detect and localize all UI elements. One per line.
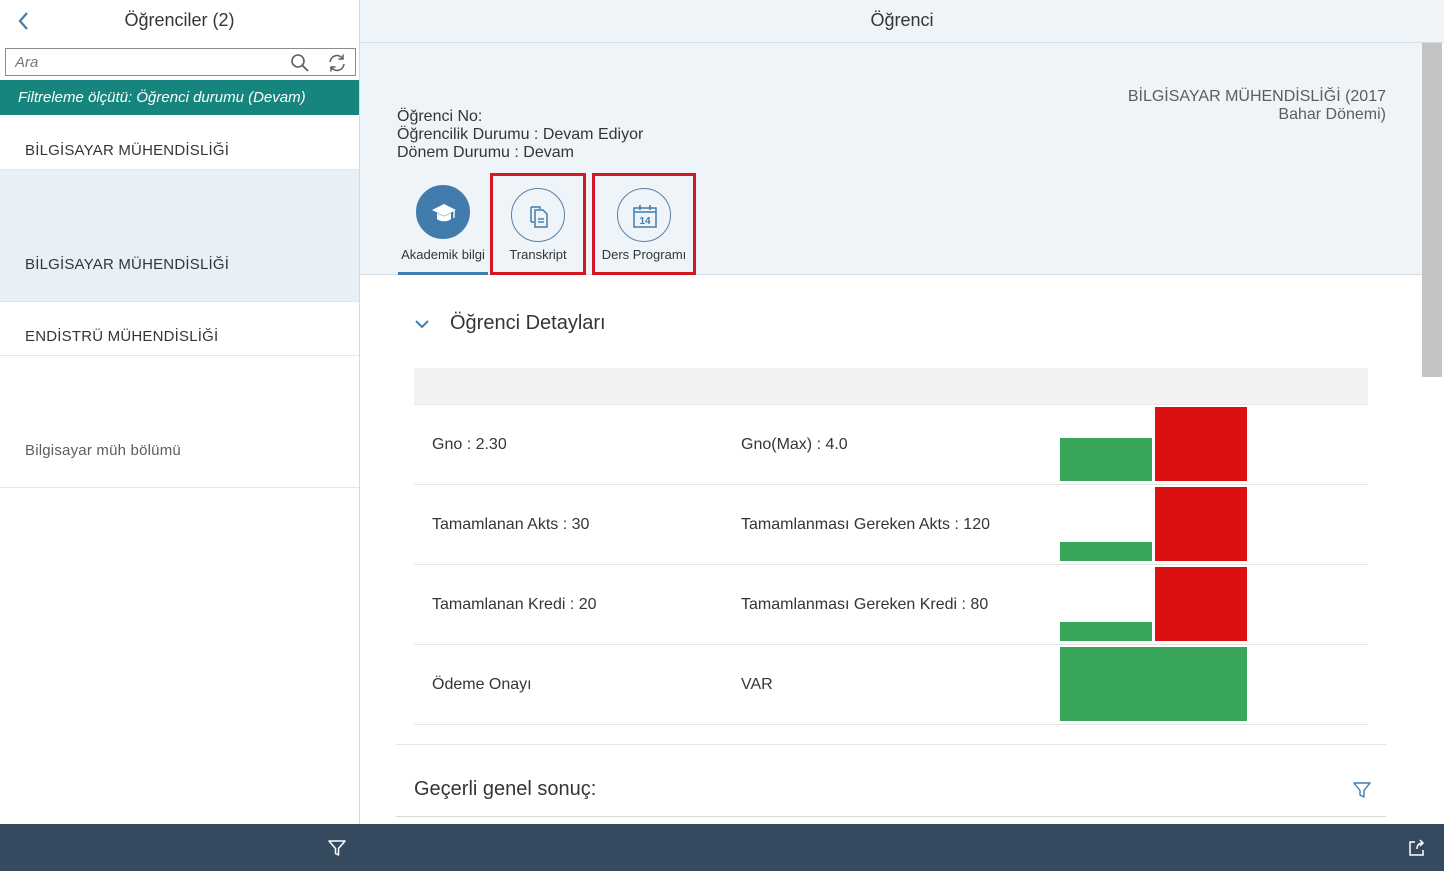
table-row: Ödeme Onayı VAR (414, 645, 1368, 725)
object-header: Öğrenci No: Öğrencilik Durumu : Devam Ed… (360, 43, 1422, 275)
detail-title: Öğrenci (870, 10, 934, 30)
row-right-value: Gno(Max) : 4.0 (741, 436, 848, 453)
result-divider (396, 816, 1386, 817)
graduation-cap-icon (432, 204, 456, 222)
term-status: Dönem Durumu : Devam (397, 144, 574, 161)
list-item[interactable]: ENDİSTRÜ MÜHENDİSLİĞİ (0, 302, 359, 356)
tab-label: Ders Programı (601, 247, 687, 262)
tab-transkript[interactable]: Transkript (490, 173, 586, 275)
tab-selected-indicator (398, 272, 488, 275)
chevron-down-icon[interactable] (412, 314, 432, 334)
completed-bar (1060, 438, 1152, 481)
list-item-label: Bilgisayar müh bölümü (25, 442, 181, 459)
tab-label: Akademik bilgi (401, 247, 485, 262)
completed-bar (1060, 622, 1152, 641)
table-row: Tamamlanan Akts : 30 Tamamlanması Gereke… (414, 485, 1368, 565)
table-row: Tamamlanan Kredi : 20 Tamamlanması Gerek… (414, 565, 1368, 645)
master-footer (0, 824, 360, 871)
required-bar (1155, 407, 1247, 481)
tab-akademik-bilgi[interactable]: Akademik bilgi (396, 173, 490, 275)
share-icon[interactable] (1406, 837, 1428, 859)
row-left-value: Ödeme Onayı (432, 676, 532, 693)
filter-icon[interactable] (1352, 780, 1372, 800)
list-item-label: ENDİSTRÜ MÜHENDİSLİĞİ (25, 328, 219, 345)
search-icon[interactable] (290, 53, 310, 73)
tab-icon-circle (511, 188, 565, 242)
detail-pane: Öğrenci Öğrenci No: Öğrencilik Durumu : … (360, 0, 1444, 871)
calendar-day: 14 (639, 216, 651, 227)
filter-icon[interactable] (326, 837, 348, 859)
tab-label: Transkript (509, 247, 567, 262)
student-attributes: Öğrenci No: Öğrencilik Durumu : Devam Ed… (397, 108, 643, 162)
student-no: Öğrenci No: (397, 108, 483, 125)
section-title: Öğrenci Detayları (450, 312, 606, 334)
scrollbar-thumb[interactable] (1422, 43, 1442, 377)
tab-icon-circle: 14 (617, 188, 671, 242)
department-info: BİLGİSAYAR MÜHENDİSLİĞİ (2017 Bahar Döne… (1128, 88, 1386, 124)
detail-footer (360, 824, 1444, 871)
table-row: Gno : 2.30 Gno(Max) : 4.0 (414, 405, 1368, 485)
row-left-value: Gno : 2.30 (432, 436, 507, 453)
search-input[interactable] (6, 49, 281, 75)
department-line-2: Bahar Dönemi) (1278, 106, 1386, 123)
student-status: Öğrencilik Durumu : Devam Ediyor (397, 126, 644, 143)
section-divider (396, 744, 1386, 745)
result-title: Geçerli genel sonuç: (414, 778, 597, 800)
refresh-icon[interactable] (326, 52, 348, 74)
tab-icon-circle (416, 185, 470, 239)
department-line-1: BİLGİSAYAR MÜHENDİSLİĞİ (2017 (1127, 88, 1386, 105)
list-item-label: BİLGİSAYAR MÜHENDİSLİĞİ (25, 256, 230, 273)
master-header: Öğrenciler (2) (0, 0, 359, 42)
completed-bar (1060, 647, 1247, 721)
master-pane: Öğrenciler (2) Filtreleme ölçütü: Öğrenc… (0, 0, 360, 871)
document-copy-icon (530, 206, 548, 228)
row-right-value: VAR (741, 676, 773, 693)
search-field (5, 48, 356, 76)
detail-header: Öğrenci (360, 0, 1444, 43)
table-header (414, 368, 1368, 405)
completed-bar (1060, 542, 1152, 561)
list-item[interactable]: Bilgisayar müh bölümü (0, 356, 359, 488)
row-right-value: Tamamlanması Gereken Kredi : 80 (741, 596, 989, 613)
master-title: Öğrenciler (2) (124, 10, 235, 30)
list-item[interactable]: BİLGİSAYAR MÜHENDİSLİĞİ (0, 115, 359, 170)
required-bar (1155, 567, 1247, 641)
row-left-value: Tamamlanan Akts : 30 (432, 516, 590, 533)
list-item-label: BİLGİSAYAR MÜHENDİSLİĞİ (25, 142, 230, 159)
calendar-icon: 14 (633, 205, 657, 228)
row-right-value: Tamamlanması Gereken Akts : 120 (741, 516, 990, 533)
list-item-selected[interactable]: BİLGİSAYAR MÜHENDİSLİĞİ (0, 170, 359, 302)
row-left-value: Tamamlanan Kredi : 20 (432, 596, 597, 613)
required-bar (1155, 487, 1247, 561)
tab-ders-programi[interactable]: 14 Ders Programı (592, 173, 696, 275)
filter-info-bar[interactable]: Filtreleme ölçütü: Öğrenci durumu (Devam… (0, 80, 359, 115)
